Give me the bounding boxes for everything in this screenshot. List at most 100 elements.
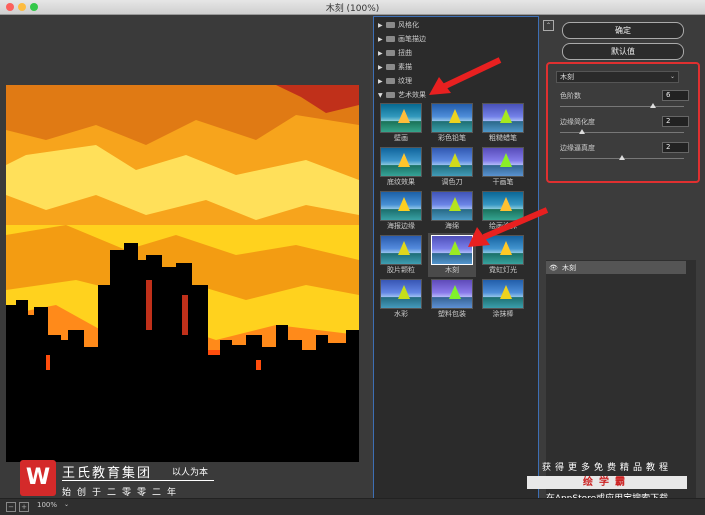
category-distort[interactable]: ▶ 扭曲 — [378, 47, 412, 59]
filter-select[interactable]: 木刻 ⌄ — [556, 71, 679, 83]
ok-button[interactable]: 确定 — [562, 22, 684, 39]
filter-thumbnail[interactable]: 粗糙蜡笔 — [479, 101, 527, 145]
param-label: 色阶数 — [560, 92, 581, 100]
filter-preview-image — [431, 103, 473, 133]
expand-triangle-icon: ▶ — [378, 22, 383, 29]
effect-layer-row[interactable]: 👁 木刻 — [546, 261, 686, 274]
filter-thumbnail[interactable]: 海报边缘 — [377, 189, 425, 233]
sailboat-icon — [449, 241, 461, 255]
zoom-level[interactable]: 100% — [37, 501, 57, 509]
sailboat-icon — [500, 153, 512, 167]
brand-logo-icon: W — [20, 460, 56, 496]
filter-preview-image — [380, 147, 422, 177]
filter-label: 木刻 — [445, 266, 459, 274]
category-sketch[interactable]: ▶ 素描 — [378, 61, 412, 73]
default-button[interactable]: 默认值 — [562, 43, 684, 60]
sailboat-icon — [500, 285, 512, 299]
param-slider-handle[interactable] — [579, 129, 586, 134]
folder-icon — [386, 36, 395, 42]
param-value-input[interactable]: 6 — [662, 90, 689, 101]
filter-preview-image — [380, 279, 422, 309]
chevron-down-icon[interactable]: ⌄ — [64, 501, 69, 508]
filter-thumbnail[interactable]: 水彩 — [377, 277, 425, 321]
expand-triangle-icon: ▶ — [378, 36, 383, 43]
filter-label: 干画笔 — [492, 178, 514, 186]
filter-label: 壁画 — [394, 134, 408, 142]
param-slider-handle[interactable] — [650, 103, 656, 108]
window-title: 木刻 (100%) — [325, 4, 380, 14]
filter-thumbnail[interactable]: 彩色铅笔 — [428, 101, 476, 145]
filter-preview-image — [380, 103, 422, 133]
sailboat-icon — [449, 285, 461, 299]
filter-label: 底纹效果 — [387, 178, 415, 186]
sailboat-icon — [449, 197, 461, 211]
watermark-subtitle: 始创于二零零二年 — [62, 488, 183, 498]
sailboat-icon — [398, 285, 410, 299]
filter-preview-image — [482, 147, 524, 177]
sailboat-icon — [398, 197, 410, 211]
expand-triangle-icon: ▶ — [378, 64, 383, 71]
visibility-eye-icon[interactable]: 👁 — [549, 264, 558, 272]
watermark-slogan: 以人为本 — [172, 468, 209, 478]
sailboat-icon — [449, 109, 461, 123]
param-slider-track[interactable] — [560, 106, 684, 107]
expand-triangle-icon: ▶ — [378, 50, 383, 57]
layer-name: 木刻 — [562, 264, 576, 272]
param-slider-handle[interactable] — [619, 155, 625, 160]
filter-preview-image — [482, 103, 524, 133]
status-bar: − + 100% ⌄ — [0, 498, 705, 515]
filter-preview-image — [431, 147, 473, 177]
category-texture[interactable]: ▶ 纹理 — [378, 75, 412, 87]
filter-label: 涂抹棒 — [492, 310, 514, 318]
category-brush-strokes[interactable]: ▶ 画笔描边 — [378, 33, 426, 45]
param-label: 边缘简化度 — [560, 118, 595, 126]
open-folder-icon — [386, 92, 395, 98]
filter-label: 水彩 — [394, 310, 408, 318]
filter-thumbnail[interactable]: 调色刀 — [428, 145, 476, 189]
param-value-input[interactable]: 2 — [662, 116, 689, 127]
sailboat-icon — [449, 153, 461, 167]
annotation-arrow-icon — [468, 207, 549, 247]
preview-image[interactable] — [6, 85, 359, 462]
param-label: 边缘逼真度 — [560, 144, 595, 152]
filter-thumbnail[interactable]: 壁画 — [377, 101, 425, 145]
folder-icon — [386, 78, 395, 84]
watermark-divider — [62, 480, 214, 481]
zoom-out-button[interactable]: − — [6, 502, 16, 512]
param-value-input[interactable]: 2 — [662, 142, 689, 153]
annotation-arrow-icon — [429, 57, 502, 95]
category-artistic[interactable]: ▼ 艺术效果 — [378, 89, 426, 101]
sailboat-icon — [500, 109, 512, 123]
filter-thumbnail[interactable]: 胶片颗粒 — [377, 233, 425, 277]
collapse-browser-button[interactable]: ⌃ — [543, 20, 554, 31]
title-bar: 木刻 (100%) — [0, 0, 705, 15]
woodcut-city-image — [6, 85, 359, 462]
filter-label: 胶片颗粒 — [387, 266, 415, 274]
sailboat-icon — [398, 241, 410, 255]
filter-preview-image — [380, 191, 422, 221]
filter-label: 海报边缘 — [387, 222, 415, 230]
filter-label: 调色刀 — [441, 178, 463, 186]
watermark-logo-block: W 王氏教育集团 以人为本 始创于二零零二年 — [20, 460, 250, 500]
filter-preview-image — [482, 279, 524, 309]
filter-preview-image — [431, 279, 473, 309]
filter-settings-panel: 木刻 ⌄ 色阶数 6 边缘简化度 2 边缘逼真度 2 — [546, 62, 700, 183]
promo-line: 获得更多免费精品教程 — [541, 463, 672, 473]
filter-label: 粗糙蜡笔 — [489, 134, 517, 142]
chevron-down-icon: ⌄ — [669, 73, 675, 80]
filter-label: 彩色铅笔 — [438, 134, 466, 142]
filter-preview-image — [380, 235, 422, 265]
filter-thumbnail[interactable]: 干画笔 — [479, 145, 527, 189]
folder-icon — [386, 50, 395, 56]
filter-thumbnail[interactable]: 塑料包装 — [428, 277, 476, 321]
category-stylize[interactable]: ▶ 风格化 — [378, 19, 419, 31]
filter-label: 塑料包装 — [438, 310, 466, 318]
preview-pane[interactable] — [0, 15, 370, 498]
folder-icon — [386, 22, 395, 28]
zoom-in-button[interactable]: + — [19, 502, 29, 512]
filter-label: 霓虹灯光 — [489, 266, 517, 274]
filter-thumbnail[interactable]: 涂抹棒 — [479, 277, 527, 321]
sailboat-icon — [398, 153, 410, 167]
promo-brand: 绘学霸 — [527, 476, 687, 489]
filter-thumbnail[interactable]: 底纹效果 — [377, 145, 425, 189]
